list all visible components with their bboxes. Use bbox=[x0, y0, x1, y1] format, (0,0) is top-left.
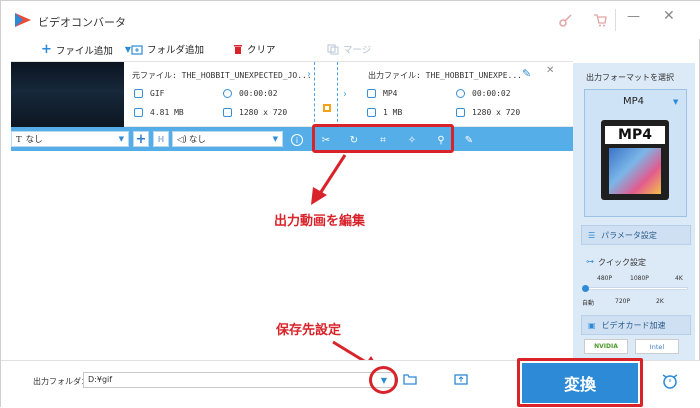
merge-button[interactable]: マージ bbox=[327, 42, 371, 56]
close-button[interactable]: ✕ bbox=[663, 8, 675, 24]
gpu-chip-icon bbox=[323, 104, 331, 112]
nvidia-badge: NVIDIA bbox=[584, 339, 628, 354]
source-format: GIF bbox=[150, 89, 165, 98]
output-format: MP4 bbox=[383, 89, 398, 98]
folder-icon bbox=[134, 108, 143, 117]
output-folder-field[interactable]: D:¥gif bbox=[83, 372, 395, 388]
annotation-edit-label: 出力動画を編集 bbox=[274, 214, 366, 229]
add-subtitle-button[interactable]: + bbox=[133, 131, 149, 147]
quality-720p: 720P bbox=[615, 298, 631, 305]
annotation-save-label: 保存先設定 bbox=[276, 323, 342, 338]
info-icon[interactable]: i bbox=[291, 134, 303, 146]
quality-4k: 4K bbox=[675, 275, 683, 282]
open-folder-icon[interactable] bbox=[403, 373, 417, 385]
remove-file-icon[interactable]: ✕ bbox=[546, 65, 554, 76]
mp4-format-icon: MP4 bbox=[601, 120, 669, 200]
edit-pencil-icon[interactable]: ✎ bbox=[522, 67, 531, 80]
add-file-button[interactable]: + ファイル追加 ▼ bbox=[41, 42, 131, 57]
sliders-icon: ☰ bbox=[588, 230, 596, 240]
balloon-image bbox=[609, 148, 661, 194]
title-bar: ビデオコンバータ — ✕ bbox=[1, 1, 700, 39]
quality-auto: 自動 bbox=[582, 300, 595, 307]
folder-plus-icon bbox=[131, 44, 143, 55]
merge-label: マージ bbox=[343, 45, 372, 56]
plus-icon: + bbox=[41, 42, 52, 57]
parameter-settings-button[interactable]: ☰ パラメータ設定 bbox=[581, 225, 691, 245]
select-format-label: 出力フォーマットを選択 bbox=[586, 73, 674, 82]
chevron-down-icon: ▼ bbox=[118, 135, 124, 143]
trash-icon bbox=[234, 44, 242, 54]
merge-icon bbox=[327, 44, 339, 54]
audio-select[interactable]: ◁) なし ▼ bbox=[172, 131, 283, 147]
add-file-label: ファイル追加 bbox=[55, 45, 113, 57]
hdr-icon[interactable]: H bbox=[153, 131, 169, 147]
minimize-button[interactable]: — bbox=[627, 9, 640, 24]
format-icon bbox=[134, 89, 143, 98]
output-folder-icon bbox=[367, 108, 376, 117]
arrow-right-icon: › bbox=[307, 69, 311, 80]
main-toolbar: + ファイル追加 ▼ フォルダ追加 クリア マージ bbox=[1, 39, 573, 61]
convert-button[interactable]: 変換 bbox=[522, 363, 638, 403]
subtitle-value: なし bbox=[25, 135, 43, 145]
clock-icon bbox=[223, 89, 232, 98]
resolution-icon bbox=[223, 108, 232, 117]
output-resolution: 1280 x 720 bbox=[472, 108, 521, 117]
key-icon[interactable] bbox=[559, 13, 573, 27]
alarm-clock-icon[interactable] bbox=[660, 372, 680, 390]
quick-settings-label: クイック設定 bbox=[598, 258, 646, 267]
window-title: ビデオコンバータ bbox=[38, 16, 126, 29]
gpu-icon: ▣ bbox=[588, 320, 596, 330]
source-file-label: 元ファイル: THE_HOBBIT_UNEXPECTED_JO... bbox=[132, 71, 312, 80]
gpu-accel-label: ビデオカード加速 bbox=[601, 320, 666, 330]
output-clock-icon bbox=[456, 89, 465, 98]
edit-tools-highlight bbox=[312, 124, 454, 153]
chevron-down-icon: ▼ bbox=[272, 135, 278, 143]
audio-value: なし bbox=[188, 135, 206, 145]
mp4-format-text: MP4 bbox=[605, 126, 665, 144]
gpu-acceleration-button[interactable]: ▣ ビデオカード加速 bbox=[581, 315, 691, 335]
output-size: 1 MB bbox=[383, 108, 403, 117]
video-thumbnail bbox=[11, 62, 124, 127]
quality-480p: 480P bbox=[597, 275, 613, 282]
output-duration: 00:00:02 bbox=[472, 89, 511, 98]
source-resolution: 1280 x 720 bbox=[239, 108, 288, 117]
speed-icon: ⊶ bbox=[586, 257, 594, 266]
arrow-right-icon-2: › bbox=[343, 89, 347, 100]
chevron-down-icon: ▼ bbox=[673, 98, 679, 106]
subtitle-select[interactable]: T なし ▼ bbox=[11, 131, 129, 147]
app-window: ビデオコンバータ — ✕ + ファイル追加 ▼ フォルダ追加 クリア マージ 元… bbox=[0, 0, 700, 408]
edit-bar: T なし ▼ + H ◁) なし ▼ i ✂ ↻ ⌗ ✧ ⚲ ✎ bbox=[11, 127, 573, 151]
convert-divider bbox=[314, 62, 315, 127]
export-folder-icon[interactable] bbox=[454, 373, 468, 385]
clear-button[interactable]: クリア bbox=[233, 42, 276, 56]
quality-1080p: 1080P bbox=[630, 275, 649, 282]
convert-divider-2 bbox=[337, 62, 338, 127]
format-name: MP4 bbox=[623, 96, 645, 107]
cart-icon[interactable] bbox=[593, 13, 607, 27]
output-file-label: 出力ファイル: THE_HOBBIT_UNEXPE... bbox=[368, 71, 522, 80]
subtitle-edit-icon[interactable]: ✎ bbox=[463, 134, 475, 146]
format-selector[interactable]: MP4 ▼ MP4 bbox=[584, 89, 687, 217]
title-divider bbox=[615, 9, 616, 31]
source-duration: 00:00:02 bbox=[239, 89, 278, 98]
app-logo-icon bbox=[15, 13, 31, 27]
output-folder-label: 出力フォルダ： bbox=[33, 377, 89, 386]
intel-badge: Intel bbox=[635, 339, 679, 354]
source-size: 4.81 MB bbox=[150, 108, 184, 117]
quality-slider-handle[interactable] bbox=[582, 285, 589, 292]
clear-label: クリア bbox=[247, 45, 276, 56]
output-resolution-icon bbox=[456, 108, 465, 117]
speaker-icon: ◁) bbox=[177, 135, 187, 145]
dropdown-highlight bbox=[369, 366, 398, 394]
annotation-arrow-edit bbox=[311, 154, 347, 205]
text-icon: T bbox=[16, 135, 22, 145]
add-folder-button[interactable]: フォルダ追加 bbox=[131, 42, 204, 56]
parameter-settings-label: パラメータ設定 bbox=[601, 230, 657, 240]
add-folder-label: フォルダ追加 bbox=[147, 45, 205, 56]
quality-slider[interactable] bbox=[584, 287, 688, 290]
output-format-icon bbox=[367, 89, 376, 98]
quality-2k: 2K bbox=[656, 298, 664, 305]
quick-settings-header: ⊶ クイック設定 bbox=[586, 257, 646, 268]
